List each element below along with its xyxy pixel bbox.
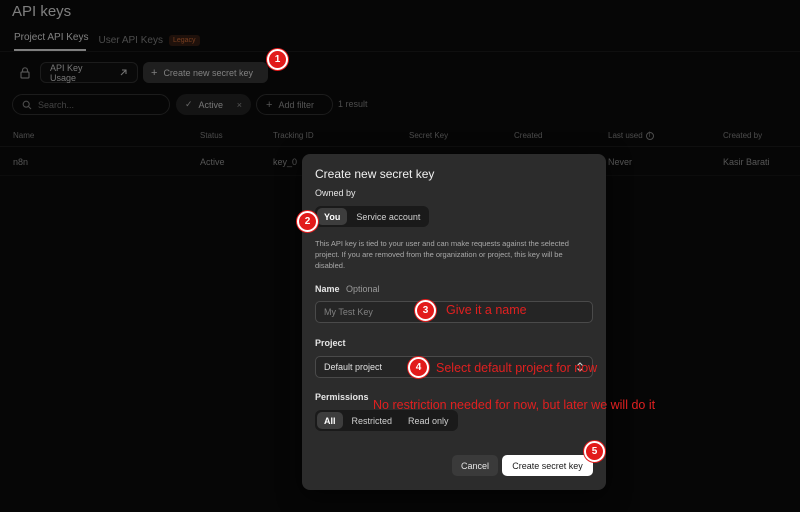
annotation-project-note: Select default project for now <box>436 361 598 375</box>
create-secret-key-button[interactable]: Create secret key <box>502 455 593 476</box>
owned-by-toggle: You Service account <box>315 206 430 227</box>
owned-by-you-option[interactable]: You <box>317 208 348 225</box>
step-marker-5: 5 <box>584 441 605 462</box>
cancel-button[interactable]: Cancel <box>452 455 498 476</box>
annotation-name-note: Give it a name <box>446 303 527 317</box>
project-value: Default project <box>324 362 383 372</box>
dialog-title: Create new secret key <box>315 167 435 181</box>
permissions-toggle: All Restricted Read only <box>315 410 458 431</box>
step-marker-2: 2 <box>297 211 318 232</box>
owned-by-label: Owned by <box>315 188 356 198</box>
key-name-placeholder: My Test Key <box>324 307 373 317</box>
name-optional: Optional <box>346 284 380 294</box>
permission-restricted-option[interactable]: Restricted <box>345 412 400 429</box>
step-marker-3: 3 <box>415 300 436 321</box>
permission-all-option[interactable]: All <box>317 412 343 429</box>
owned-by-help-text: This API key is tied to your user and ca… <box>315 239 569 270</box>
create-secret-key-dialog: Create new secret key Owned by You Servi… <box>302 154 606 490</box>
step-marker-4: 4 <box>408 357 429 378</box>
name-label: Name <box>315 284 340 294</box>
owned-by-service-account-option[interactable]: Service account <box>349 208 427 225</box>
permission-read-only-option[interactable]: Read only <box>401 412 456 429</box>
annotation-permission-note: No restriction needed for now, but later… <box>373 398 656 412</box>
name-label-row: Name Optional <box>315 284 380 294</box>
permissions-label: Permissions <box>315 392 369 402</box>
step-marker-1: 1 <box>267 49 288 70</box>
project-label: Project <box>315 338 346 348</box>
